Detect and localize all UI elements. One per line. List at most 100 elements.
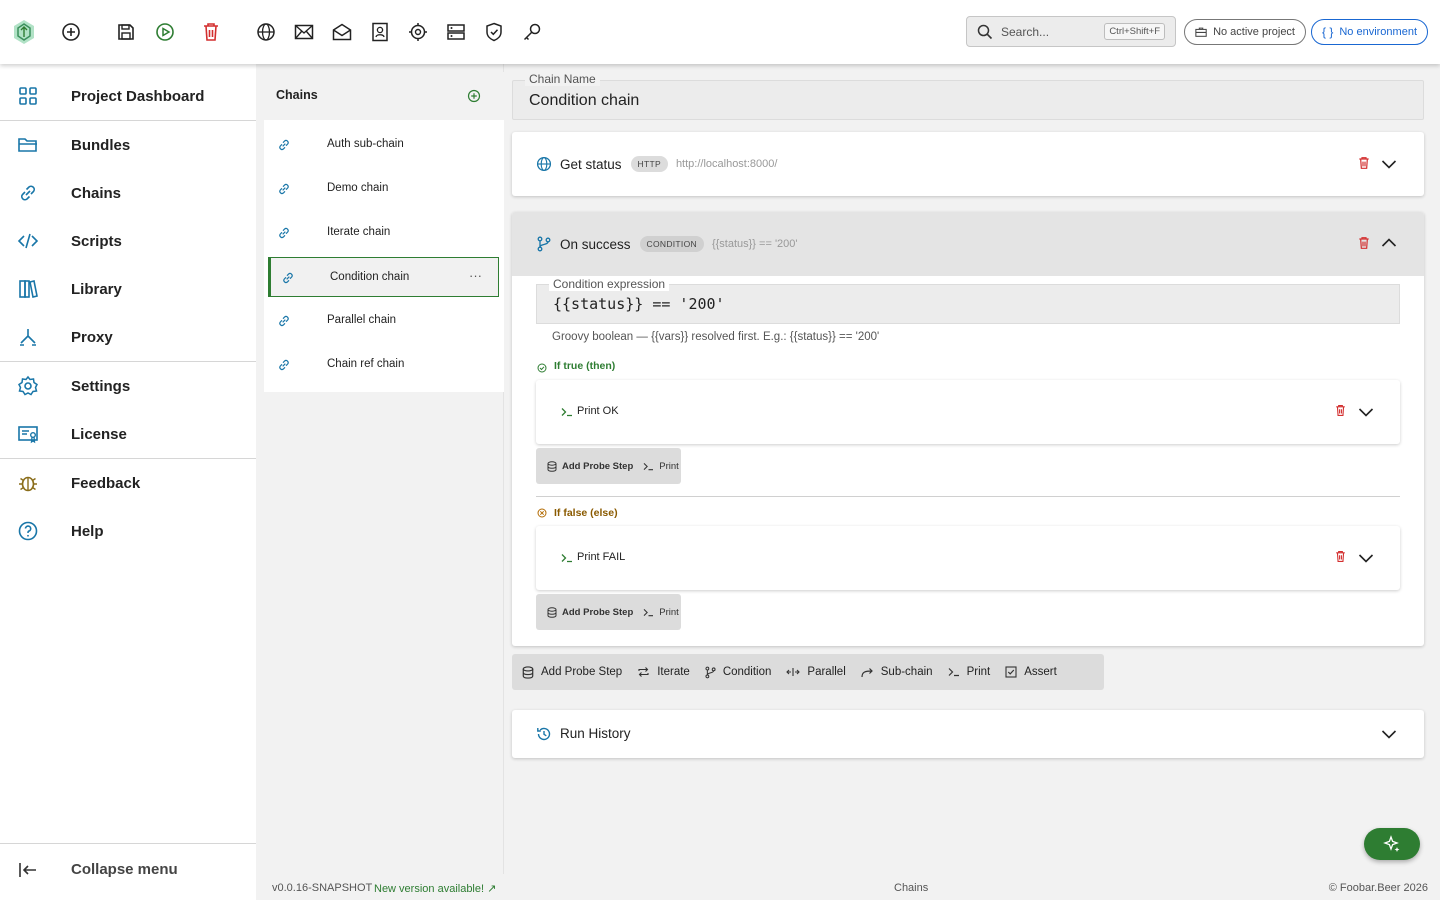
grid-icon	[19, 87, 37, 105]
add-chain-icon[interactable]	[467, 89, 481, 103]
condition-expression-value: {{status}} == '200'	[553, 295, 725, 313]
chain-item[interactable]: Auth sub-chain	[264, 123, 504, 167]
chevron-down-icon[interactable]	[1358, 551, 1374, 565]
add-probe-step-button[interactable]: Add Probe Step	[516, 659, 631, 685]
menu-label: Project Dashboard	[71, 87, 205, 105]
chevron-down-icon[interactable]	[1358, 405, 1374, 419]
collapse-menu-button[interactable]: Collapse menu	[0, 843, 256, 899]
chain-name-field[interactable]: Chain Name Condition chain	[512, 72, 1424, 120]
menu-item-feedback[interactable]: Feedback	[0, 459, 256, 507]
menu-item-help[interactable]: Help	[0, 507, 256, 555]
chain-item-active[interactable]: Condition chain ···	[268, 257, 499, 297]
trash-icon[interactable]	[1358, 236, 1370, 250]
print-button[interactable]: Print	[942, 659, 1000, 685]
add-probe-step-button[interactable]: Add Probe Step	[542, 453, 638, 479]
server-icon[interactable]	[444, 20, 468, 44]
menu-item-scripts[interactable]: Scripts	[0, 217, 256, 265]
chain-item[interactable]: Iterate chain	[264, 211, 504, 255]
contacts-icon[interactable]	[368, 20, 392, 44]
menu-item-chains[interactable]: Chains	[0, 169, 256, 217]
print-button[interactable]: Print	[638, 453, 684, 479]
step-url: http://localhost:8000/	[675, 158, 778, 170]
app-logo-icon[interactable]	[12, 20, 36, 44]
menu-item-project-dashboard[interactable]: Project Dashboard	[0, 72, 256, 120]
condition-button[interactable]: Condition	[699, 659, 781, 685]
more-options-icon[interactable]: ···	[469, 268, 482, 283]
link-icon	[21, 185, 35, 201]
new-version-link[interactable]: New version available! ↗	[374, 882, 496, 895]
link-icon	[279, 359, 289, 371]
condition-expression-field[interactable]: Condition expression {{status}} == '200'	[536, 277, 1400, 324]
globe-icon[interactable]	[254, 20, 278, 44]
sub-chain-button[interactable]: Sub-chain	[855, 659, 942, 685]
target-icon[interactable]	[406, 20, 430, 44]
menu-item-license[interactable]: License	[0, 410, 256, 458]
terminal-icon	[643, 462, 654, 470]
checkbox-icon	[1005, 666, 1017, 678]
terminal-icon	[948, 668, 959, 677]
button-label: Condition	[722, 666, 772, 678]
chain-item-label: Iterate chain	[327, 226, 391, 238]
menu-label: Proxy	[71, 328, 113, 346]
search-icon	[977, 24, 993, 39]
chain-item-label: Demo chain	[327, 182, 389, 194]
environment-label: No environment	[1339, 26, 1417, 38]
key-icon[interactable]	[520, 20, 544, 44]
bug-icon	[19, 476, 37, 492]
chain-name-label: Chain Name	[525, 72, 600, 86]
run-history-panel[interactable]: Run History	[512, 710, 1424, 758]
chain-item-label: Chain ref chain	[327, 358, 405, 370]
mail-open-icon[interactable]	[330, 20, 354, 44]
left-menu: Project Dashboard Bundles Chains Scripts…	[0, 64, 256, 900]
iterate-button[interactable]: Iterate	[631, 659, 699, 685]
collapse-arrow-icon	[19, 863, 36, 877]
link-icon	[279, 315, 289, 327]
menu-item-settings[interactable]: Settings	[0, 362, 256, 410]
menu-label: Feedback	[71, 474, 141, 492]
condition-step-header[interactable]: On success CONDITION {{status}} == '200'	[512, 212, 1424, 276]
menu-item-proxy[interactable]: Proxy	[0, 313, 256, 361]
new-icon[interactable]	[59, 20, 83, 44]
chain-item[interactable]: Chain ref chain	[264, 343, 504, 387]
check-circle-icon	[537, 363, 547, 373]
chevron-up-icon[interactable]	[1381, 236, 1397, 250]
trash-icon[interactable]	[1335, 404, 1346, 417]
else-add-step-toolbar: Add Probe Step Print	[536, 594, 681, 630]
project-selector[interactable]: No active project	[1184, 19, 1306, 45]
menu-item-bundles[interactable]: Bundles	[0, 121, 256, 169]
step-card-condition: On success CONDITION {{status}} == '200'…	[512, 212, 1424, 646]
shield-check-icon[interactable]	[482, 20, 506, 44]
mail-icon[interactable]	[292, 20, 316, 44]
trash-icon[interactable]	[1335, 550, 1346, 563]
menu-item-library[interactable]: Library	[0, 265, 256, 313]
chain-item-label: Parallel chain	[327, 314, 397, 326]
chains-title: Chains	[276, 88, 318, 102]
chevron-down-icon[interactable]	[1381, 157, 1397, 171]
step-card-http[interactable]: Get status HTTP http://localhost:8000/	[512, 132, 1424, 196]
project-label: No active project	[1213, 26, 1295, 38]
trash-icon[interactable]	[1358, 156, 1370, 170]
library-icon	[19, 280, 38, 298]
then-step-card[interactable]: Print OK	[536, 380, 1400, 444]
print-button[interactable]: Print	[638, 599, 684, 625]
add-probe-step-button[interactable]: Add Probe Step	[542, 599, 638, 625]
button-label: Iterate	[657, 666, 690, 678]
delete-icon[interactable]	[199, 20, 223, 44]
search-input[interactable]: Search... Ctrl+Shift+F	[966, 16, 1176, 47]
ai-assistant-button[interactable]	[1364, 828, 1420, 860]
environment-selector[interactable]: { } No environment	[1311, 19, 1428, 45]
chain-item[interactable]: Parallel chain	[264, 299, 504, 343]
step-title: Get status	[560, 156, 622, 172]
search-shortcut: Ctrl+Shift+F	[1104, 23, 1165, 40]
assert-button[interactable]: Assert	[999, 659, 1066, 685]
chevron-down-icon[interactable]	[1381, 727, 1397, 741]
chain-item[interactable]: Demo chain	[264, 167, 504, 211]
button-label: Assert	[1024, 666, 1057, 678]
parallel-button[interactable]: Parallel	[780, 659, 854, 685]
save-icon[interactable]	[114, 20, 138, 44]
menu-label: Settings	[71, 377, 131, 395]
then-add-step-toolbar: Add Probe Step Print	[536, 448, 681, 484]
else-step-card[interactable]: Print FAIL	[536, 526, 1400, 590]
run-icon[interactable]	[153, 20, 177, 44]
history-icon	[537, 727, 551, 741]
